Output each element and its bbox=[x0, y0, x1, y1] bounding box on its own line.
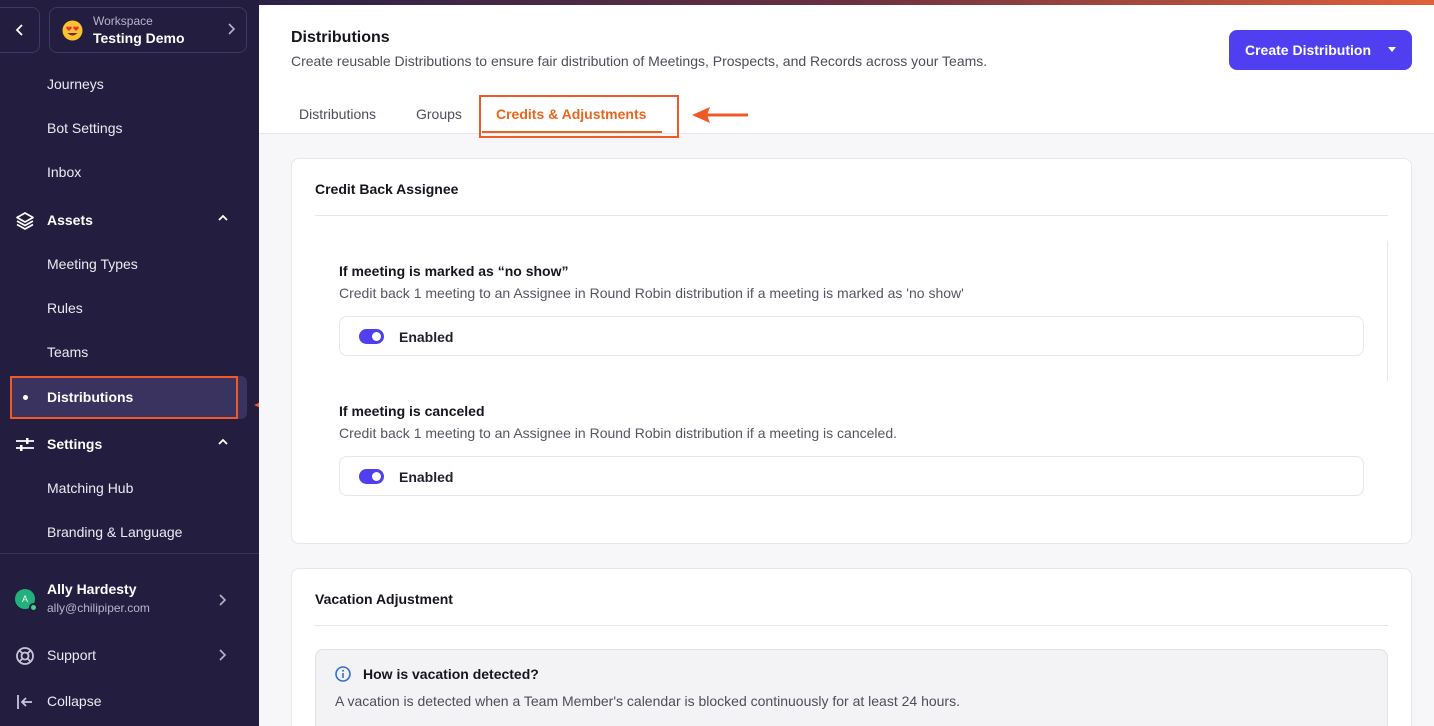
main-content: Distributions Create reusable Distributi… bbox=[259, 5, 1434, 726]
create-distribution-label: Create Distribution bbox=[1245, 42, 1372, 58]
no-show-toggle[interactable] bbox=[359, 329, 384, 344]
online-status-dot bbox=[29, 603, 38, 612]
collapse-button[interactable]: Collapse bbox=[0, 690, 259, 714]
heart-eyes-emoji-icon bbox=[62, 20, 83, 41]
sidebar: Workspace Testing Demo Journeys Bot Sett… bbox=[0, 0, 259, 726]
workspace-name: Testing Demo bbox=[93, 30, 185, 46]
scroll-divider bbox=[1387, 241, 1388, 381]
annotation-arrow-tab bbox=[692, 107, 748, 123]
credit-back-card: Credit Back Assignee If meeting is marke… bbox=[291, 158, 1412, 544]
sidebar-item-rules[interactable]: Rules bbox=[47, 300, 83, 316]
info-title: How is vacation detected? bbox=[363, 666, 539, 682]
workspace-row: Workspace Testing Demo bbox=[0, 7, 259, 54]
assets-label: Assets bbox=[47, 212, 93, 228]
tab-distributions[interactable]: Distributions bbox=[299, 106, 376, 122]
support-label: Support bbox=[47, 647, 97, 663]
sidebar-item-inbox[interactable]: Inbox bbox=[47, 164, 81, 180]
workspace-label: Workspace bbox=[93, 14, 153, 28]
layers-icon bbox=[16, 212, 34, 230]
settings-label: Settings bbox=[47, 436, 103, 452]
toggle-knob bbox=[372, 332, 381, 341]
lifebuoy-icon bbox=[16, 647, 34, 665]
chevron-up-icon bbox=[218, 438, 228, 445]
sidebar-item-meeting-types[interactable]: Meeting Types bbox=[47, 256, 138, 272]
sidebar-item-matching-hub[interactable]: Matching Hub bbox=[47, 480, 133, 496]
info-icon bbox=[335, 666, 351, 682]
sliders-icon bbox=[16, 438, 34, 451]
sidebar-divider bbox=[0, 553, 259, 554]
workspace-switcher[interactable]: Workspace Testing Demo bbox=[49, 7, 247, 53]
highlight-box-tab bbox=[479, 95, 679, 138]
vacation-info-box: How is vacation detected? A vacation is … bbox=[315, 649, 1388, 726]
caret-down-icon bbox=[1388, 47, 1396, 52]
tab-groups[interactable]: Groups bbox=[416, 106, 462, 122]
card-divider bbox=[315, 625, 1388, 626]
sidebar-section-settings[interactable]: Settings bbox=[0, 433, 259, 457]
chevron-up-icon bbox=[218, 214, 228, 221]
chevron-right-icon bbox=[219, 649, 227, 661]
canceled-toggle-row: Enabled bbox=[339, 456, 1364, 496]
sidebar-item-branding-language[interactable]: Branding & Language bbox=[47, 524, 182, 540]
canceled-option-desc: Credit back 1 meeting to an Assignee in … bbox=[339, 425, 897, 441]
chevron-right-icon bbox=[219, 594, 227, 606]
chevron-left-icon bbox=[15, 24, 23, 36]
canceled-toggle-label: Enabled bbox=[399, 469, 454, 485]
support-link[interactable]: Support bbox=[0, 644, 259, 668]
info-text: A vacation is detected when a Team Membe… bbox=[335, 693, 960, 709]
vacation-title: Vacation Adjustment bbox=[315, 591, 453, 607]
page-title: Distributions bbox=[291, 29, 390, 46]
highlight-box-sidebar bbox=[10, 376, 238, 419]
card-divider bbox=[315, 215, 1388, 216]
back-button[interactable] bbox=[0, 7, 40, 53]
no-show-option-title: If meeting is marked as “no show” bbox=[339, 263, 569, 279]
user-name: Ally Hardesty bbox=[47, 581, 137, 597]
toggle-knob bbox=[372, 472, 381, 481]
credit-back-title: Credit Back Assignee bbox=[315, 181, 459, 197]
create-distribution-button[interactable]: Create Distribution bbox=[1229, 30, 1412, 70]
no-show-toggle-label: Enabled bbox=[399, 329, 454, 345]
page-subtitle: Create reusable Distributions to ensure … bbox=[291, 53, 988, 69]
sidebar-item-teams[interactable]: Teams bbox=[47, 344, 88, 360]
page-header: Distributions Create reusable Distributi… bbox=[259, 5, 1434, 138]
canceled-option-title: If meeting is canceled bbox=[339, 403, 485, 419]
canceled-toggle[interactable] bbox=[359, 469, 384, 484]
user-email: ally@chilipiper.com bbox=[47, 601, 150, 615]
sidebar-section-assets[interactable]: Assets bbox=[0, 209, 259, 233]
vacation-adjustment-card: Vacation Adjustment How is vacation dete… bbox=[291, 568, 1412, 726]
chevron-right-icon bbox=[228, 23, 236, 35]
collapse-label: Collapse bbox=[47, 693, 102, 709]
collapse-icon bbox=[17, 695, 32, 709]
user-profile[interactable]: A Ally Hardesty ally@chilipiper.com bbox=[0, 575, 259, 625]
sidebar-item-bot-settings[interactable]: Bot Settings bbox=[47, 120, 123, 136]
sidebar-item-journeys[interactable]: Journeys bbox=[47, 76, 104, 92]
no-show-option-desc: Credit back 1 meeting to an Assignee in … bbox=[339, 285, 964, 301]
no-show-toggle-row: Enabled bbox=[339, 316, 1364, 356]
